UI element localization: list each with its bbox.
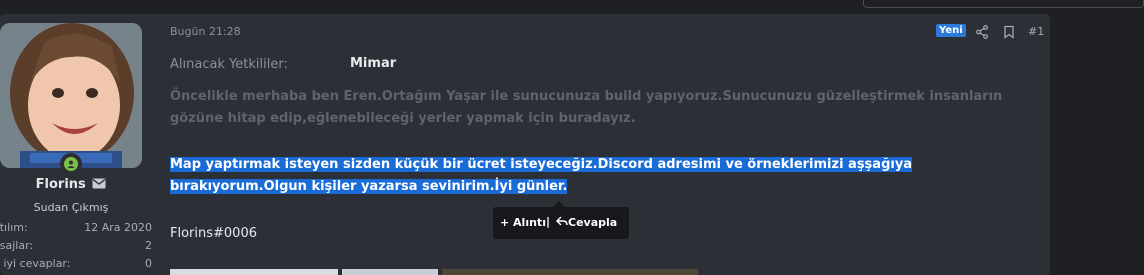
attachment-image[interactable]: [442, 269, 698, 275]
stat-label: n iyi cevaplar:: [0, 257, 71, 270]
stat-label: atılım:: [0, 221, 28, 234]
stat-value: 0: [145, 257, 152, 270]
reply-label[interactable]: Cevapla: [568, 216, 617, 229]
post-signature: Florins#0006: [170, 226, 257, 241]
bookmark-icon[interactable]: [1003, 24, 1015, 39]
reply-button[interactable]: Cevapla: [556, 216, 617, 229]
stat-row-messages: esajlar: 2: [0, 239, 152, 255]
stat-row-joined: atılım: 12 Ara 2020: [0, 221, 152, 237]
selected-line: Map yaptırmak isteyen sizden küçük bir ü…: [170, 157, 913, 172]
username-text[interactable]: Florins: [36, 177, 86, 192]
avatar[interactable]: [0, 23, 142, 168]
user-icon: [67, 160, 75, 168]
quote-button[interactable]: + Alıntı: [500, 216, 546, 229]
tooltip-separator: |: [546, 215, 551, 228]
share-icon[interactable]: [976, 24, 988, 39]
field-value: Mimar: [350, 56, 397, 71]
stat-row-best-answers: n iyi cevaplar: 0: [0, 257, 152, 273]
online-status-icon: [60, 153, 82, 175]
field-label: Alınacak Yetkililer:: [170, 57, 288, 72]
reply-icon: [556, 216, 568, 226]
post-date[interactable]: Bugün 21:28: [170, 25, 241, 38]
stat-value: 2: [145, 239, 152, 252]
attachment-image[interactable]: [170, 269, 338, 275]
post-paragraph: Öncelikle merhaba ben Eren.Ortağım Yaşar…: [170, 89, 1003, 126]
selected-paragraph: Map yaptırmak isteyen sizden küçük bir ü…: [170, 154, 1040, 198]
selection-tooltip: + Alıntı | Cevapla: [493, 201, 629, 239]
post-number[interactable]: #1: [1028, 25, 1044, 38]
username[interactable]: Florins: [0, 177, 142, 192]
new-badge: Yeni: [936, 24, 966, 37]
stat-value: 12 Ara 2020: [84, 221, 152, 234]
stat-label: esajlar:: [0, 239, 34, 252]
avatar-image: [0, 23, 142, 168]
attachment-image[interactable]: [342, 269, 438, 275]
selected-line: bırakıyorum.Olgun kişiler yazarsa sevini…: [170, 179, 568, 194]
envelope-icon[interactable]: [92, 178, 106, 189]
user-title: Sudan Çıkmış: [33, 201, 109, 214]
search-input[interactable]: [863, 0, 1144, 8]
